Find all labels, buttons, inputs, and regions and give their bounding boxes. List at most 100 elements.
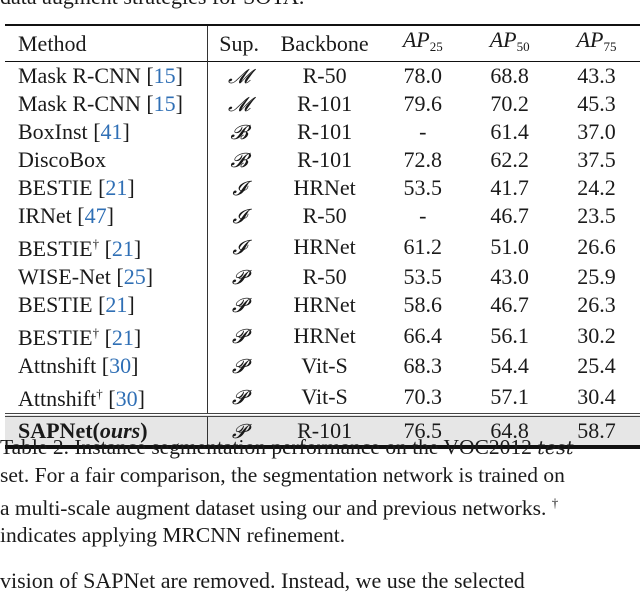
ap50-cell: 57.1 [490, 383, 529, 409]
supervision-cell: 𝓟 [231, 265, 247, 289]
table-row: BESTIE [21] 𝓟 HRNet 58.6 46.7 26.3 [5, 291, 640, 319]
method-name: BESTIE [18, 325, 93, 350]
ap25-cell: - [419, 119, 427, 144]
method-name: BESTIE [18, 236, 93, 261]
header-ap75-sub: 75 [603, 39, 617, 54]
ap50-cell: 56.1 [490, 322, 529, 348]
method-name: BoxInst [18, 119, 94, 144]
citation-link[interactable]: 21 [105, 292, 127, 317]
method-cell: Attnshift† [30] [5, 380, 209, 415]
ap50-cell: 68.8 [490, 63, 529, 88]
caption-dagger: † [551, 495, 559, 510]
ap75-cell: 43.3 [577, 63, 616, 88]
table-row: BESTIE [21] 𝓘 HRNet 53.5 41.7 24.2 [5, 174, 640, 202]
ap25-cell: 58.6 [403, 292, 443, 317]
header-ap25-sub: 25 [429, 39, 443, 54]
header-ap25-base: AP [402, 27, 430, 52]
method-name: BESTIE [18, 175, 99, 200]
supervision-cell: 𝓑 [230, 120, 248, 144]
table-row: Mask R-CNN [15] 𝓜 R-50 78.0 68.8 43.3 [5, 61, 640, 90]
method-cell: Mask R-CNN [15] [5, 90, 209, 118]
ap75-cell: 30.4 [577, 383, 616, 409]
citation-link[interactable]: 41 [101, 119, 123, 144]
table-row: BoxInst [41] 𝓑 R-101 - 61.4 37.0 [5, 118, 640, 146]
supervision-cell: 𝓘 [232, 204, 246, 228]
table-row: IRNet [47] 𝓘 R-50 - 46.7 23.5 [5, 202, 640, 230]
ap75-cell: 23.5 [577, 203, 616, 228]
supervision-cell: 𝓟 [231, 323, 247, 348]
citation-link[interactable]: 21 [105, 175, 127, 200]
following-text-fragment: vision of SAPNet are removed. Instead, w… [0, 568, 525, 593]
ap75-cell: 26.3 [577, 292, 616, 317]
backbone-cell: HRNet [293, 322, 356, 348]
method-cell: DiscoBox [5, 146, 209, 174]
ap25-cell: 53.5 [403, 175, 443, 200]
table-row: Mask R-CNN [15] 𝓜 R-101 79.6 70.2 45.3 [5, 90, 640, 118]
method-cell: BESTIE† [21] [5, 319, 209, 352]
header-method: Method [5, 25, 209, 62]
method-name: WISE-Net [18, 264, 117, 289]
ap50-cell: 41.7 [490, 175, 529, 200]
table-body: Mask R-CNN [15] 𝓜 R-50 78.0 68.8 43.3 Mask R-C… [5, 61, 640, 447]
citation-link[interactable]: 21 [112, 236, 134, 261]
supervision-cell: 𝓑 [230, 148, 248, 172]
method-name: DiscoBox [18, 147, 106, 172]
ap25-cell: 72.8 [403, 147, 443, 172]
ap50-cell: 70.2 [490, 91, 529, 116]
ap50-cell: 46.7 [490, 203, 529, 228]
citation-link[interactable]: 30 [116, 386, 138, 411]
ap25-cell: - [419, 203, 427, 228]
supervision-cell: 𝓟 [231, 384, 247, 409]
caption-line-1: Table 2. Instance segmentation performan… [0, 434, 640, 462]
citation-link[interactable]: 47 [85, 203, 107, 228]
backbone-cell: Vit-S [301, 353, 348, 378]
header-ap75: AP75 [553, 25, 640, 62]
method-cell: Mask R-CNN [15] [5, 61, 209, 90]
supervision-cell: 𝓜 [227, 92, 251, 116]
header-ap75-base: AP [576, 27, 604, 52]
ap50-cell: 62.2 [490, 147, 529, 172]
backbone-cell: R-50 [302, 203, 347, 228]
ap50-cell: 46.7 [490, 292, 529, 317]
citation-link[interactable]: 15 [154, 63, 176, 88]
ap25-cell: 61.2 [403, 233, 443, 259]
backbone-cell: R-101 [297, 147, 353, 172]
method-cell: BESTIE [21] [5, 174, 209, 202]
caption-line-4: indicates applying MRCNN refinement. [0, 523, 346, 547]
table-row: Attnshift [30] 𝓟 Vit-S 68.3 54.4 25.4 [5, 352, 640, 380]
backbone-cell: R-101 [297, 91, 353, 116]
method-cell: BESTIE [21] [5, 291, 209, 319]
preceding-text-fragment: data augment strategies for SOTA. [0, 0, 304, 10]
header-ap50-sub: 50 [516, 39, 530, 54]
supervision-cell: 𝓘 [232, 176, 246, 200]
method-name: IRNet [18, 203, 78, 228]
dagger-mark: † [92, 236, 100, 251]
ap25-cell: 70.3 [403, 383, 443, 409]
backbone-cell: HRNet [293, 292, 356, 317]
method-cell: BoxInst [41] [5, 118, 209, 146]
ap25-cell: 53.5 [403, 264, 443, 289]
citation-link[interactable]: 21 [112, 325, 134, 350]
backbone-cell: R-101 [297, 119, 353, 144]
caption-line-3-text: a multi-scale augment dataset using our … [0, 496, 552, 520]
method-name: Mask R-CNN [18, 91, 147, 116]
ap75-cell: 25.9 [577, 264, 616, 289]
caption-line-1-italic: test [537, 437, 574, 459]
supervision-cell: 𝓟 [231, 354, 247, 378]
citation-link[interactable]: 25 [124, 264, 146, 289]
citation-link[interactable]: 30 [109, 353, 131, 378]
backbone-cell: HRNet [293, 233, 356, 259]
backbone-cell: R-50 [302, 63, 347, 88]
backbone-cell: HRNet [293, 175, 356, 200]
supervision-cell: 𝓘 [232, 234, 246, 259]
ap50-cell: 43.0 [490, 264, 529, 289]
ap25-cell: 66.4 [403, 322, 443, 348]
dagger-mark: † [96, 386, 103, 401]
method-cell: WISE-Net [25] [5, 263, 209, 291]
results-table: Method Sup. Backbone AP25 AP50 AP75 Mask… [5, 24, 640, 449]
ap50-cell: 54.4 [490, 353, 529, 378]
citation-link[interactable]: 15 [154, 91, 176, 116]
header-ap25: AP25 [379, 25, 466, 62]
ap75-cell: 37.0 [577, 119, 616, 144]
ap75-cell: 25.4 [577, 353, 616, 378]
